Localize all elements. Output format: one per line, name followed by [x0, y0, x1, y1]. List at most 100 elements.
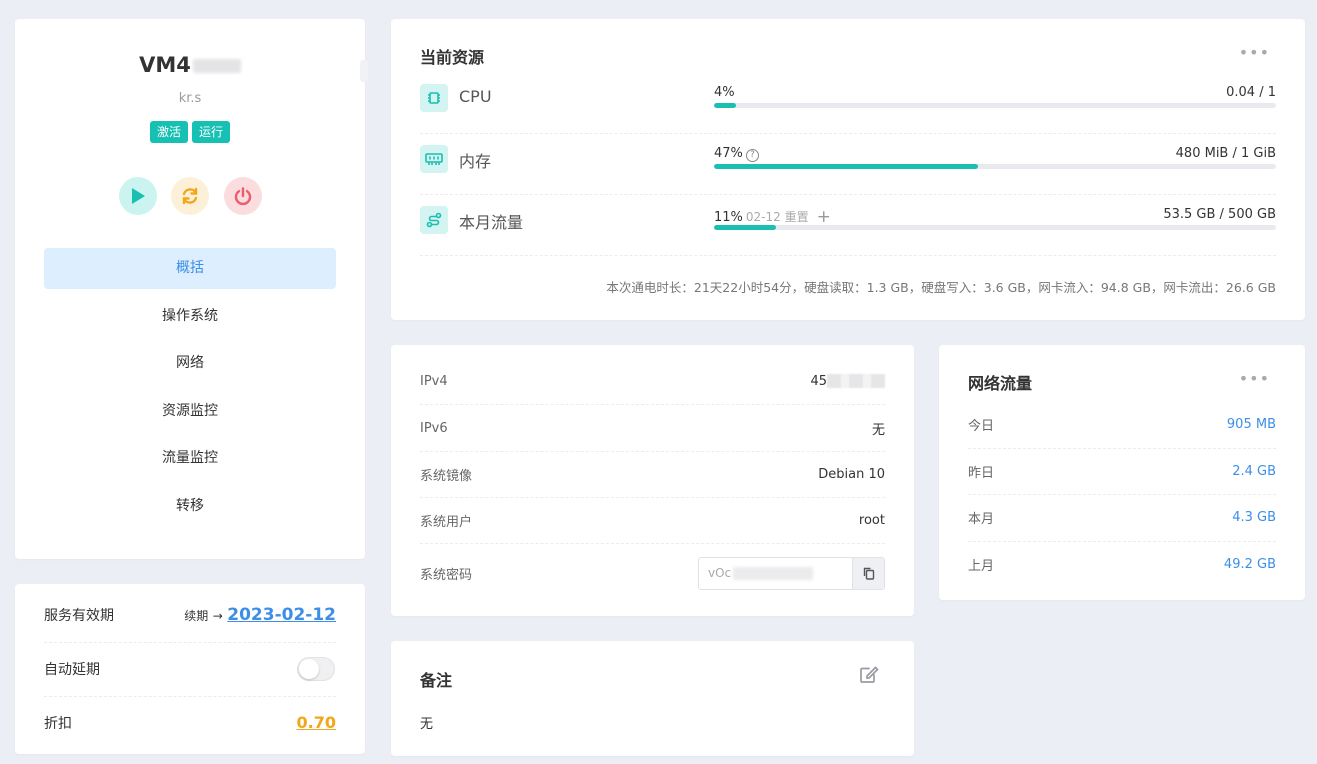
- traffic-month-row: 本月 4.3 GB: [968, 495, 1276, 542]
- cpu-row: CPU 4% 0.04 / 1: [420, 73, 1276, 134]
- traffic-value: 53.5 GB / 500 GB: [1163, 207, 1276, 222]
- arrow-icon: →: [212, 609, 223, 623]
- vm-host: kr.s: [178, 91, 202, 106]
- image-label: 系统镜像: [420, 468, 473, 484]
- edit-notes-button[interactable]: [859, 666, 879, 688]
- ipv6-label: IPv6: [420, 420, 448, 436]
- memory-label: 内存: [459, 152, 492, 171]
- ipv4-value-group: 45: [810, 374, 885, 389]
- traffic-row: 本月流量 11% 02-12 重置 + 53.5 GB / 500 GB: [420, 195, 1276, 256]
- vm-profile-card: VM4 kr.s 激活 运行 概括 操作系统 网络 资源监控 流量监控 转移: [15, 19, 368, 559]
- traffic-percent: 11%: [714, 210, 743, 225]
- memory-bar-fill: [714, 164, 979, 169]
- cpu-label: CPU: [459, 87, 492, 106]
- discount-value[interactable]: 0.70: [297, 713, 336, 732]
- start-button[interactable]: [119, 177, 157, 215]
- service-expiry-row: 服务有效期 续期 → 2023-02-12: [44, 588, 336, 643]
- password-redacted: [733, 567, 813, 580]
- cpu-value: 0.04 / 1: [1226, 85, 1276, 100]
- notes-title: 备注: [420, 671, 453, 690]
- traffic-yesterday-value: 2.4 GB: [1232, 463, 1276, 479]
- auto-extend-label: 自动延期: [44, 662, 100, 678]
- resources-card: 当前资源 ••• CPU 4% 0.04 / 1 内存 47%? 480 MiB…: [391, 19, 1305, 320]
- renew-group: 续期 → 2023-02-12: [184, 605, 336, 625]
- service-expiry-label: 服务有效期: [44, 608, 114, 624]
- menu-item-network[interactable]: 网络: [44, 343, 336, 384]
- discount-row: 折扣 0.70: [44, 695, 336, 750]
- password-value: vOc: [708, 566, 732, 580]
- menu-item-resource-monitor[interactable]: 资源监控: [44, 391, 336, 432]
- ipv4-redacted: [827, 374, 885, 388]
- memory-icon: [420, 145, 448, 173]
- traffic-today-label: 今日: [968, 419, 995, 435]
- memory-percent-group: 47%?: [714, 146, 759, 162]
- menu-item-traffic-monitor[interactable]: 流量监控: [44, 438, 336, 479]
- cpu-bar: [714, 103, 1276, 108]
- service-card: 服务有效期 续期 → 2023-02-12 自动延期 折扣 0.70: [15, 584, 365, 754]
- cpu-bar-fill: [714, 103, 737, 108]
- image-row: 系统镜像 Debian 10: [420, 451, 885, 498]
- menu-item-os[interactable]: 操作系统: [44, 296, 336, 337]
- network-traffic-card: 网络流量 ••• 今日 905 MB 昨日 2.4 GB 本月 4.3 GB 上…: [939, 345, 1305, 600]
- vm-menu: 概括 操作系统 网络 资源监控 流量监控 转移: [44, 248, 336, 533]
- image-value: Debian 10: [818, 466, 885, 482]
- user-row: 系统用户 root: [420, 497, 885, 544]
- user-value: root: [858, 512, 885, 528]
- traffic-reset-note: 02-12 重置: [745, 210, 809, 224]
- renew-label: 续期: [184, 609, 209, 623]
- cpu-icon: [420, 84, 448, 112]
- traffic-yesterday-row: 昨日 2.4 GB: [968, 449, 1276, 495]
- menu-item-transfer[interactable]: 转移: [44, 486, 336, 527]
- traffic-label: 本月流量: [459, 213, 524, 232]
- menu-item-overview[interactable]: 概括: [44, 248, 336, 289]
- traffic-yesterday-label: 昨日: [968, 465, 995, 481]
- traffic-month-label: 本月: [968, 512, 995, 528]
- copy-password-button[interactable]: [852, 558, 884, 589]
- copy-icon: [863, 567, 874, 580]
- traffic-card-title: 网络流量: [968, 374, 1033, 393]
- memory-percent: 47%: [714, 146, 743, 161]
- shutdown-button[interactable]: [224, 177, 262, 215]
- help-icon[interactable]: ?: [745, 149, 759, 162]
- traffic-bar-fill: [714, 225, 776, 230]
- resources-summary: 本次通电时长：21天22小时54分，硬盘读取：1.3 GB，硬盘写入：3.6 G…: [606, 280, 1276, 295]
- power-controls: [119, 177, 262, 215]
- auto-extend-row: 自动延期: [44, 642, 336, 697]
- password-field: vOc: [698, 557, 885, 590]
- reload-icon: [182, 187, 198, 205]
- restart-button[interactable]: [171, 177, 209, 215]
- vm-name: VM4: [15, 53, 365, 77]
- notes-card: 备注 无: [391, 641, 914, 756]
- traffic-percent-group: 11% 02-12 重置 +: [714, 207, 831, 227]
- network-info-card: IPv4 45 IPv6 无 系统镜像 Debian 10 系统用户 root …: [391, 345, 914, 616]
- traffic-last-month-row: 上月 49.2 GB: [968, 542, 1276, 589]
- status-badge-running: 运行: [192, 121, 231, 143]
- resources-more-icon[interactable]: •••: [1239, 43, 1270, 62]
- ipv4-row: IPv4 45: [420, 358, 885, 405]
- traffic-bar: [714, 225, 1276, 230]
- traffic-today-row: 今日 905 MB: [968, 402, 1276, 449]
- vm-name-redacted: [192, 59, 241, 73]
- traffic-today-value: 905 MB: [1226, 417, 1276, 433]
- traffic-last-month-label: 上月: [968, 559, 995, 575]
- expiry-date-link[interactable]: 2023-02-12: [227, 605, 336, 625]
- ipv6-row: IPv6 无: [420, 405, 885, 452]
- password-input[interactable]: vOc: [699, 558, 852, 589]
- user-label: 系统用户: [420, 514, 473, 530]
- memory-row: 内存 47%? 480 MiB / 1 GiB: [420, 134, 1276, 195]
- ipv4-value: 45: [810, 373, 827, 389]
- status-badges: 激活 运行: [15, 121, 365, 143]
- traffic-more-icon[interactable]: •••: [1239, 369, 1270, 388]
- side-tab-handle[interactable]: [360, 60, 368, 82]
- discount-label: 折扣: [44, 715, 72, 732]
- play-icon: [132, 188, 145, 204]
- status-badge-activated: 激活: [149, 121, 188, 143]
- ipv4-label: IPv4: [420, 373, 448, 389]
- power-icon: [234, 187, 252, 206]
- add-traffic-icon[interactable]: +: [817, 207, 831, 227]
- auto-extend-toggle[interactable]: [297, 657, 335, 681]
- edit-icon: [860, 666, 879, 683]
- traffic-month-value: 4.3 GB: [1232, 510, 1276, 526]
- memory-bar: [714, 164, 1276, 169]
- ipv6-value: 无: [871, 422, 885, 438]
